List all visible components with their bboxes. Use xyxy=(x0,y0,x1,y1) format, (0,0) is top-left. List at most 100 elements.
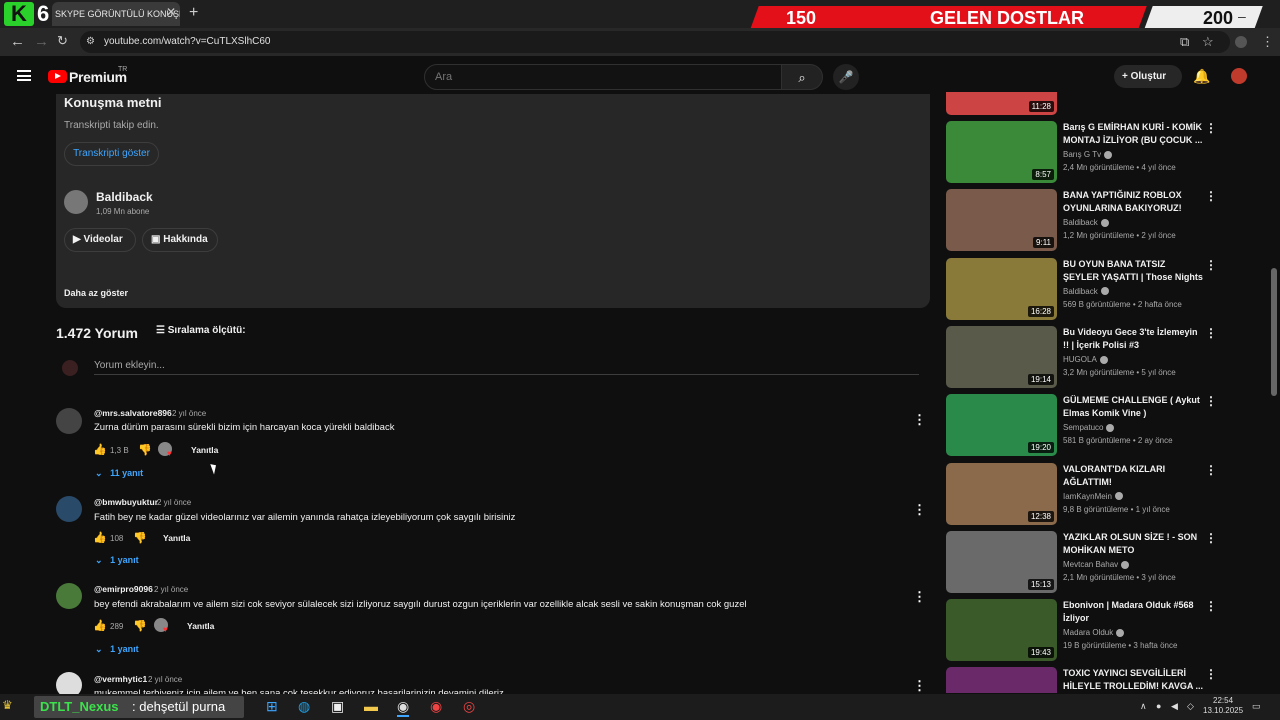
notifications-tray-icon[interactable]: ▭ xyxy=(1252,701,1261,712)
site-info-icon[interactable]: ⚙ xyxy=(86,36,95,47)
show-transcript-button[interactable]: Transkripti göster xyxy=(64,142,159,166)
comment-username[interactable]: @bmwbuyuktur xyxy=(94,497,158,507)
notifications-bell-icon[interactable]: 🔔 xyxy=(1193,68,1210,85)
comment-avatar[interactable] xyxy=(56,408,82,434)
reply-button[interactable]: Yanıtla xyxy=(191,445,218,455)
video-menu-icon[interactable]: ⋮ xyxy=(1205,394,1216,408)
top-partial-thumbnail[interactable]: 11:28 xyxy=(946,92,1057,115)
video-thumbnail[interactable]: 19:14 xyxy=(946,325,1057,388)
edge-icon[interactable]: ◍ xyxy=(298,698,310,715)
video-menu-icon[interactable]: ⋮ xyxy=(1205,189,1216,203)
comment-username[interactable]: @emirpro9096 xyxy=(94,584,153,594)
network-icon[interactable]: ◇ xyxy=(1187,701,1194,712)
video-channel[interactable]: Baldiback xyxy=(1063,218,1109,227)
video-channel[interactable]: Mevtcan Bahav xyxy=(1063,560,1130,569)
like-icon[interactable]: 👍 xyxy=(93,443,107,456)
video-title[interactable]: BANA YAPTIĞINIZ ROBLOX OYUNLARINA BAKIYO… xyxy=(1063,189,1203,215)
forward-icon[interactable]: → xyxy=(34,33,49,50)
chrome-2-icon[interactable]: ◉ xyxy=(430,698,442,715)
comment-time[interactable]: 2 yıl önce xyxy=(157,498,191,507)
close-tab-icon[interactable]: ✕ xyxy=(166,5,176,19)
view-replies-button[interactable]: ⌄ 1 yanıt xyxy=(95,555,139,566)
video-title[interactable]: YAZIKLAR OLSUN SİZE ! - SON MOHİKAN METO xyxy=(1063,531,1203,557)
video-menu-icon[interactable]: ⋮ xyxy=(1205,121,1216,135)
comment-username[interactable]: @mrs.salvatore896 xyxy=(94,408,172,418)
volume-icon[interactable]: ◀ xyxy=(1171,701,1178,712)
comment-time[interactable]: 2 yıl önce xyxy=(172,409,206,418)
video-title[interactable]: GÜLMEME CHALLENGE ( Aykut Elmas Komik Vi… xyxy=(1063,394,1203,420)
video-menu-icon[interactable]: ⋮ xyxy=(1205,531,1216,545)
video-thumbnail[interactable]: 12:38 xyxy=(946,462,1057,525)
comment-username[interactable]: @vermhytic1 xyxy=(94,674,147,684)
create-button[interactable]: + Oluştur xyxy=(1114,65,1182,88)
install-app-icon[interactable]: ⧉ xyxy=(1180,34,1189,50)
video-channel[interactable]: Madara Olduk xyxy=(1063,628,1125,637)
comment-time[interactable]: 2 yıl önce xyxy=(154,585,188,594)
show-less-link[interactable]: Daha az göster xyxy=(64,288,128,298)
video-menu-icon[interactable]: ⋮ xyxy=(1205,258,1216,272)
dislike-icon[interactable]: 👍 xyxy=(133,531,147,544)
video-title[interactable]: Ebonivon | Madara Olduk #568 İzliyor xyxy=(1063,599,1203,625)
search-box[interactable] xyxy=(424,64,782,90)
comment-time[interactable]: 2 yıl önce xyxy=(148,675,182,684)
recommended-video[interactable]: 9:11 BANA YAPTIĞINIZ ROBLOX OYUNLARINA BA… xyxy=(946,189,1216,252)
browser-tab-active[interactable]: SKYPE GÖRÜNTÜLÜ KONUŞMA xyxy=(52,2,180,26)
tray-chevron-icon[interactable]: ∧ xyxy=(1140,701,1147,712)
video-thumbnail[interactable] xyxy=(946,667,1057,694)
back-icon[interactable]: ← xyxy=(10,33,25,50)
channel-avatar[interactable] xyxy=(64,190,88,214)
video-title[interactable]: Bu Videoyu Gece 3'te İzlemeyin !! | İçer… xyxy=(1063,326,1203,352)
recommended-video[interactable]: 12:38 VALORANT'DA KIZLARI AĞLATTIM! IamKay… xyxy=(946,462,1216,525)
account-avatar[interactable] xyxy=(1231,68,1247,84)
terminal-icon[interactable]: ▣ xyxy=(331,698,344,715)
recommended-video[interactable]: 19:43 Ebonivon | Madara Olduk #568 İzliyo… xyxy=(946,599,1216,662)
comment-avatar[interactable] xyxy=(56,583,82,609)
video-menu-icon[interactable]: ⋮ xyxy=(1205,667,1216,681)
view-replies-button[interactable]: ⌄ 1 yanıt xyxy=(95,644,139,655)
search-button[interactable]: ⌕ xyxy=(781,64,823,90)
video-channel[interactable]: Sempatuco xyxy=(1063,423,1115,432)
new-tab-icon[interactable]: + xyxy=(189,4,198,22)
search-input[interactable] xyxy=(435,71,755,83)
video-title[interactable]: BU OYUN BANA TATSIZ ŞEYLER YAŞATTI | Tho… xyxy=(1063,258,1203,284)
dislike-icon[interactable]: 👍 xyxy=(138,443,152,456)
profile-icon[interactable] xyxy=(1235,36,1247,48)
about-button[interactable]: ▣ Hakkında xyxy=(142,228,218,252)
comment-menu-icon[interactable]: ⋮ xyxy=(913,589,926,605)
recommended-video[interactable]: 19:20 GÜLMEME CHALLENGE ( Aykut Elmas Kom… xyxy=(946,394,1216,457)
reply-button[interactable]: Yanıtla xyxy=(187,621,214,631)
bookmark-star-icon[interactable]: ☆ xyxy=(1202,34,1214,50)
video-channel[interactable]: Baldiback xyxy=(1063,287,1109,296)
recommended-video[interactable]: 16:28 BU OYUN BANA TATSIZ ŞEYLER YAŞATTI … xyxy=(946,257,1216,320)
reply-button[interactable]: Yanıtla xyxy=(163,533,190,543)
comment-menu-icon[interactable]: ⋮ xyxy=(913,502,926,518)
comment-avatar[interactable] xyxy=(56,496,82,522)
video-thumbnail[interactable]: 16:28 xyxy=(946,257,1057,320)
videos-button[interactable]: ▶ Videolar xyxy=(64,228,136,252)
page-scrollbar-thumb[interactable] xyxy=(1271,268,1277,396)
start-icon[interactable]: ⊞ xyxy=(266,698,278,715)
file-explorer-icon[interactable]: ▬ xyxy=(364,698,378,714)
recommended-video[interactable]: 15:13 YAZIKLAR OLSUN SİZE ! - SON MOHİKAN… xyxy=(946,530,1216,593)
add-comment-input[interactable]: Yorum ekleyin... xyxy=(94,360,165,371)
video-channel[interactable]: IamKaynMein xyxy=(1063,492,1123,501)
video-menu-icon[interactable]: ⋮ xyxy=(1205,463,1216,477)
recommended-video[interactable]: 19:14 Bu Videoyu Gece 3'te İzlemeyin !! |… xyxy=(946,325,1216,388)
taskbar-clock[interactable]: 22:54 13.10.2025 xyxy=(1203,696,1243,716)
chrome-icon[interactable]: ◉ xyxy=(397,698,410,717)
browser-menu-icon[interactable]: ⋮ xyxy=(1261,34,1274,50)
comment-menu-icon[interactable]: ⋮ xyxy=(913,412,926,428)
video-channel[interactable]: Barış G Tv xyxy=(1063,150,1113,159)
video-title[interactable]: TOXIC YAYINCI SEVGİLİLERİ HİLEYLE TROLLE… xyxy=(1063,667,1203,693)
sort-by-button[interactable]: ☰ Sıralama ölçütü: xyxy=(156,325,246,336)
obs-icon[interactable]: ◎ xyxy=(463,698,475,715)
video-thumbnail[interactable]: 9:11 xyxy=(946,189,1057,252)
video-thumbnail[interactable]: 19:20 xyxy=(946,394,1057,457)
youtube-logo-icon[interactable] xyxy=(48,70,67,83)
recommended-video[interactable]: 8:57 Barış G EMİRHAN KURİ - KOMİK MONTAJ … xyxy=(946,121,1216,183)
video-title[interactable]: VALORANT'DA KIZLARI AĞLATTIM! xyxy=(1063,463,1203,489)
hamburger-menu-icon[interactable] xyxy=(17,70,31,81)
voice-search-icon[interactable]: 🎤 xyxy=(833,64,859,90)
dislike-icon[interactable]: 👍 xyxy=(133,619,147,632)
video-thumbnail[interactable]: 19:43 xyxy=(946,599,1057,662)
